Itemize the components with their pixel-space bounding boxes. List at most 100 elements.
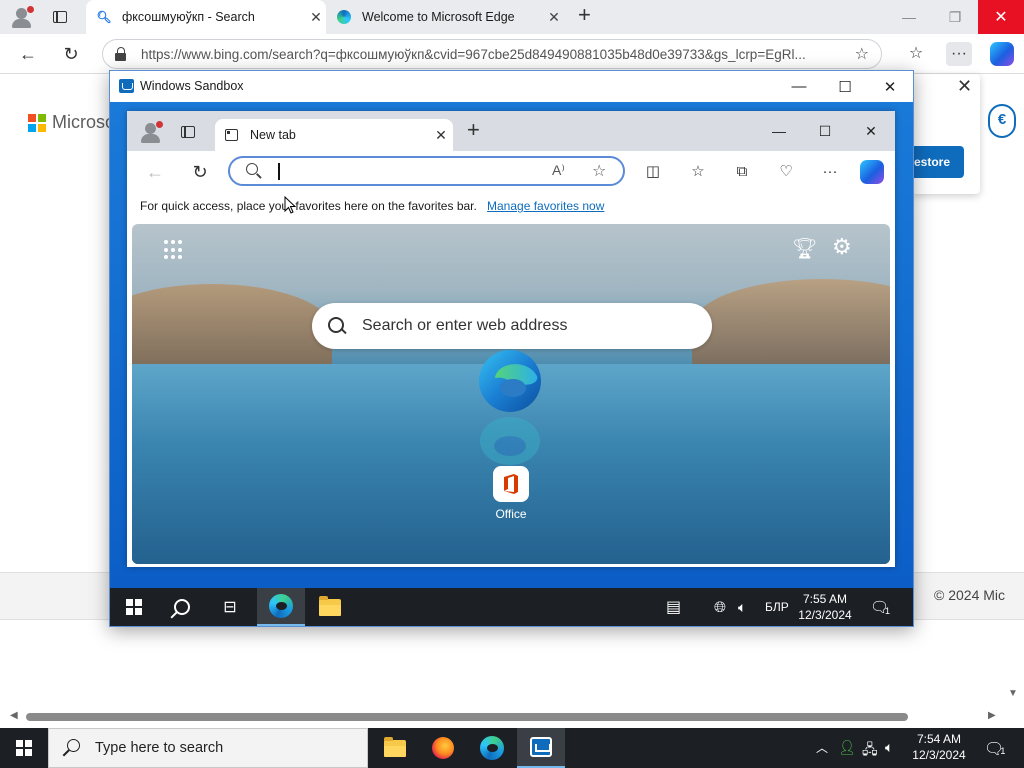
sandbox-notification-icon[interactable]: 🗨︎ 1 <box>870 588 890 626</box>
start-button[interactable] <box>0 728 48 768</box>
close-tab-icon[interactable]: ✕ <box>429 127 453 144</box>
new-tab-button[interactable]: + <box>578 2 591 28</box>
taskbar-search-box[interactable]: Type here to search <box>48 728 368 768</box>
sandbox-back-button[interactable]: ← <box>143 161 167 183</box>
sandbox-time: 7:55 AM <box>802 592 848 606</box>
ntp-search-icon <box>328 317 346 335</box>
new-tab-page: 🏆︎ ⚙ Search or enter web address Office <box>132 224 890 564</box>
sandbox-toolbar: ← ↻ A⁾ ☆ ◫ ☆ ⧉ ♡ ··· <box>127 151 895 191</box>
edge-icon <box>336 9 352 25</box>
horizontal-scrollbar[interactable]: ◀ ▶ <box>0 708 1024 726</box>
split-screen-icon[interactable]: ◫ <box>641 161 665 183</box>
sandbox-tab-actions-icon[interactable] <box>181 126 195 138</box>
apps-launcher-icon[interactable] <box>164 240 184 260</box>
network-icon[interactable]: 🖧︎ <box>862 739 878 763</box>
tab-new-tab[interactable]: New tab ✕ <box>215 119 453 151</box>
windows-sandbox-taskbar-icon[interactable] <box>517 728 565 768</box>
sandbox-clock[interactable]: 7:55 AM 12/3/2024 <box>796 591 854 623</box>
sandbox-browser-minimize-button[interactable]: — <box>757 119 801 143</box>
close-popup-icon[interactable]: ✕ <box>957 76 972 97</box>
favorite-star-icon[interactable]: ☆ <box>855 44 869 64</box>
taskbar-date: 12/3/2024 <box>912 748 966 762</box>
ntp-search-placeholder: Search or enter web address <box>362 317 568 334</box>
sandbox-start-button[interactable] <box>110 588 158 626</box>
back-button[interactable]: ← <box>15 42 41 66</box>
scroll-right-arrow-icon[interactable]: ▶ <box>988 710 996 721</box>
tab-actions-icon[interactable] <box>53 11 67 23</box>
restore-button[interactable]: ❐ <box>932 0 978 34</box>
office-quick-link[interactable] <box>493 466 529 502</box>
sandbox-search-icon[interactable] <box>158 588 206 626</box>
sandbox-file-explorer-icon[interactable] <box>306 588 354 626</box>
sandbox-refresh-button[interactable]: ↻ <box>188 161 212 183</box>
favorites-icon[interactable]: ☆ <box>903 42 929 66</box>
manage-favorites-link[interactable]: Manage favorites now <box>487 199 604 213</box>
rewards-trophy-icon[interactable]: 🏆︎ <box>792 236 817 261</box>
text-cursor <box>278 163 280 180</box>
sandbox-address-bar[interactable]: A⁾ ☆ <box>228 156 625 186</box>
edge-taskbar-icon[interactable] <box>468 728 516 768</box>
scroll-left-arrow-icon[interactable]: ◀ <box>10 710 18 721</box>
task-view-icon[interactable]: ⊟ <box>206 588 254 626</box>
volume-icon[interactable]: 🔈︎ <box>885 739 893 756</box>
edge-logo-icon <box>479 350 541 412</box>
address-bar[interactable]: https://www.bing.com/search?q=фксошмуюўк… <box>102 39 882 69</box>
tab-bing-search[interactable]: 🔍︎ фксошмуюўкп - Search ✕ <box>86 0 326 34</box>
taskbar-search-placeholder: Type here to search <box>95 740 224 756</box>
page-settings-gear-icon[interactable]: ⚙ <box>832 234 852 260</box>
sandbox-copilot-icon[interactable] <box>860 160 884 184</box>
file-explorer-icon[interactable] <box>371 728 419 768</box>
sandbox-app-icon <box>119 79 134 93</box>
tab-welcome-edge[interactable]: Welcome to Microsoft Edge ✕ <box>326 0 564 34</box>
volume-icon[interactable]: 🔈︎ <box>738 588 746 626</box>
sandbox-edge-window: New tab ✕ + — ☐ ✕ ← ↻ A⁾ ☆ ◫ ☆ ⧉ ♡ ··· F… <box>127 111 895 567</box>
scroll-down-arrow-icon[interactable]: ▼ <box>1008 688 1018 699</box>
refresh-button[interactable]: ↻ <box>58 42 84 66</box>
network-globe-icon[interactable]: 🌐︎ <box>714 588 726 626</box>
close-window-button[interactable]: ✕ <box>978 0 1024 34</box>
favorites-bar-message: For quick access, place your favorites h… <box>140 199 477 213</box>
browser-essentials-icon[interactable]: ♡ <box>774 161 798 183</box>
minimize-button[interactable]: — <box>886 0 932 34</box>
sandbox-minimize-button[interactable]: — <box>776 71 822 102</box>
copilot-icon[interactable] <box>990 42 1014 66</box>
address-search-icon-handle <box>256 173 262 179</box>
tab-title: Welcome to Microsoft Edge <box>362 10 515 24</box>
firefox-icon[interactable] <box>419 728 467 768</box>
ntp-search-box[interactable]: Search or enter web address <box>312 303 712 349</box>
collections-icon[interactable]: ⧉ <box>730 161 754 183</box>
lock-icon[interactable] <box>115 47 127 61</box>
read-aloud-icon[interactable]: A⁾ <box>552 162 565 179</box>
sandbox-title-bar[interactable]: Windows Sandbox — ☐ ✕ <box>110 71 913 102</box>
office-icon <box>504 474 518 494</box>
host-toolbar: ← ↻ https://www.bing.com/search?q=фксошм… <box>0 34 1024 74</box>
notification-center-icon[interactable]: 🗨︎1 <box>984 739 1005 759</box>
new-tab-icon <box>225 129 238 141</box>
close-tab-icon[interactable]: ✕ <box>306 9 326 26</box>
sandbox-browser-close-button[interactable]: ✕ <box>849 119 893 143</box>
user-status-icon[interactable]: 👤︎ <box>838 739 856 756</box>
taskbar-time: 7:54 AM <box>916 732 962 746</box>
sandbox-edge-icon[interactable] <box>257 588 305 626</box>
rewards-icon[interactable]: € <box>988 104 1016 138</box>
sandbox-language-indicator[interactable]: БЛР <box>765 588 789 626</box>
sandbox-maximize-button[interactable]: ☐ <box>822 71 868 102</box>
sandbox-new-tab-button[interactable]: + <box>467 117 480 143</box>
show-hidden-icons-chevron-icon[interactable]: ︿ <box>816 739 828 756</box>
notification-count: 1 <box>1000 746 1006 756</box>
sandbox-title: Windows Sandbox <box>140 79 244 93</box>
scrollbar-thumb[interactable] <box>26 713 908 721</box>
more-options-icon[interactable]: ··· <box>946 42 972 66</box>
sandbox-more-options-icon[interactable]: ··· <box>818 161 842 183</box>
sandbox-profile-icon[interactable] <box>139 121 163 143</box>
sandbox-close-button[interactable]: ✕ <box>867 71 913 102</box>
sandbox-browser-maximize-button[interactable]: ☐ <box>803 119 847 143</box>
sandbox-favorite-star-icon[interactable]: ☆ <box>592 161 606 181</box>
news-icon[interactable]: ▤ <box>666 588 681 626</box>
close-tab-icon[interactable]: ✕ <box>544 9 564 26</box>
taskbar-clock[interactable]: 7:54 AM 12/3/2024 <box>910 731 968 763</box>
windows-logo-icon <box>16 740 32 756</box>
profile-icon[interactable] <box>10 6 34 28</box>
sandbox-favorites-icon[interactable]: ☆ <box>686 161 710 183</box>
restore-tabs-button[interactable]: estore <box>912 146 964 178</box>
